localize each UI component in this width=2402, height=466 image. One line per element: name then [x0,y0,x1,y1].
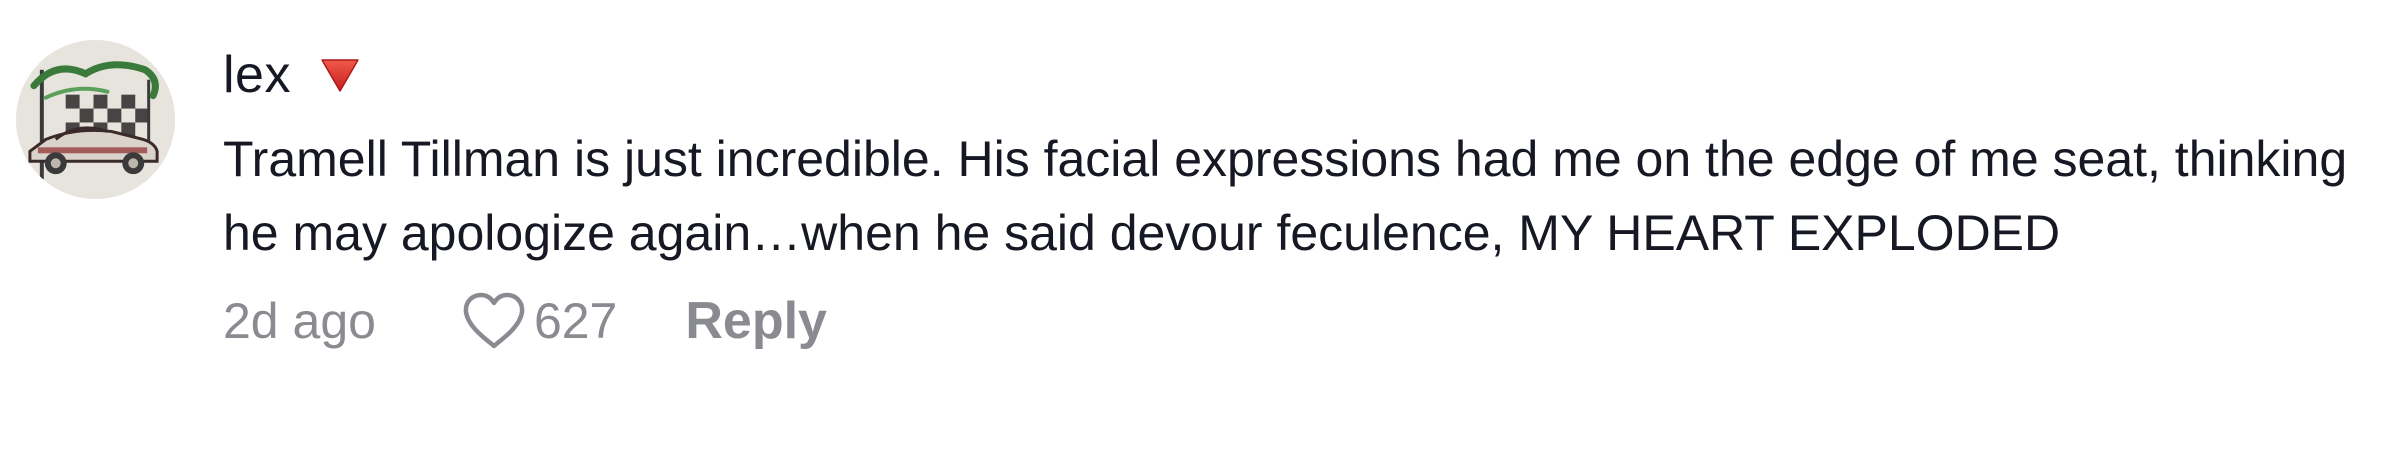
avatar[interactable] [16,40,175,199]
reply-button[interactable]: Reply [685,291,827,351]
username-row: lex [223,36,2383,114]
avatar-image [16,40,175,199]
like-count: 627 [533,293,618,349]
comment-body: lex Tramell Tillman is just incredible. … [223,36,2383,360]
timestamp: 2d ago [223,293,376,349]
like-button[interactable]: 627 [460,290,617,352]
red-triangle-down-icon [319,56,361,94]
comment-text: Tramell Tillman is just incredible. His … [223,131,2348,261]
comment-meta: 2d ago 627 Reply [223,282,2383,360]
comment-item: lex Tramell Tillman is just incredible. … [0,0,2402,466]
heart-outline-icon[interactable] [460,290,528,352]
username[interactable]: lex [223,45,291,105]
